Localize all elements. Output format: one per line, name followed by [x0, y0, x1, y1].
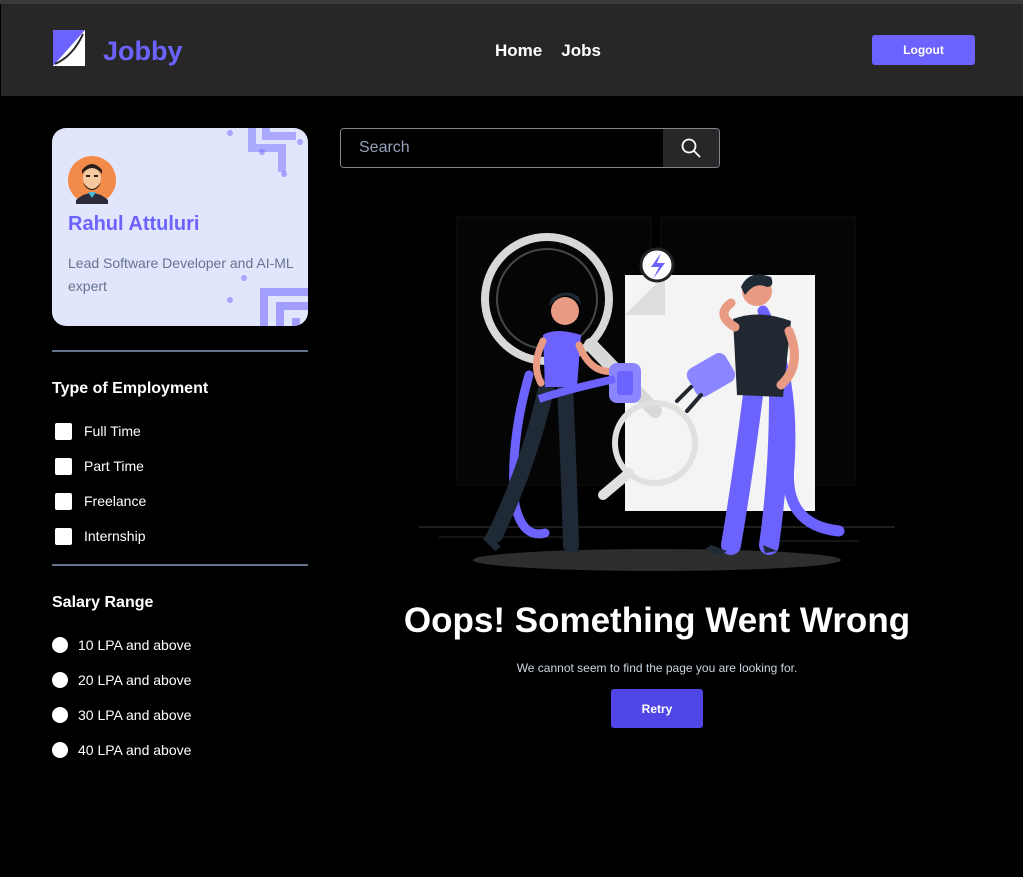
filter-label[interactable]: 10 LPA and above — [78, 637, 191, 653]
brand-name[interactable]: Jobby — [103, 36, 183, 67]
section-divider — [52, 350, 308, 352]
salary-option-20-lpa[interactable]: 20 LPA and above — [52, 670, 191, 690]
search-input[interactable] — [341, 129, 663, 167]
logout-button[interactable]: Logout — [872, 35, 975, 65]
checkbox[interactable] — [55, 422, 72, 440]
employment-option-internship[interactable]: Internship — [55, 526, 145, 546]
salary-option-10-lpa[interactable]: 10 LPA and above — [52, 635, 191, 655]
radio-button[interactable] — [52, 707, 68, 723]
checkbox[interactable] — [55, 457, 72, 475]
profile-card: Rahul Attuluri Lead Software Developer a… — [52, 128, 308, 326]
salary-option-40-lpa[interactable]: 40 LPA and above — [52, 740, 191, 760]
employment-type-heading: Type of Employment — [52, 380, 209, 397]
employment-option-full-time[interactable]: Full Time — [55, 421, 141, 441]
profile-name: Rahul Attuluri — [68, 213, 200, 235]
radio-button[interactable] — [52, 742, 68, 758]
filter-label[interactable]: 40 LPA and above — [78, 742, 191, 758]
filter-label[interactable]: Full Time — [84, 423, 141, 439]
failure-illustration — [419, 216, 895, 571]
navbar: Jobby Home Jobs Logout — [1, 4, 1023, 96]
nav-home-link[interactable]: Home — [495, 41, 542, 61]
section-divider — [52, 564, 308, 566]
error-title: Oops! Something Went Wrong — [403, 601, 911, 640]
salary-option-30-lpa[interactable]: 30 LPA and above — [52, 705, 191, 725]
search-icon — [681, 138, 701, 158]
search-bar — [340, 128, 720, 168]
filter-label[interactable]: Internship — [84, 528, 145, 544]
profile-bio: Lead Software Developer and AI-ML expert — [68, 255, 294, 294]
checkbox[interactable] — [55, 492, 72, 510]
filter-label[interactable]: Freelance — [84, 493, 146, 509]
filter-label[interactable]: 20 LPA and above — [78, 672, 191, 688]
employment-option-freelance[interactable]: Freelance — [55, 491, 146, 511]
retry-button[interactable]: Retry — [611, 689, 703, 728]
radio-button[interactable] — [52, 637, 68, 653]
nav-links: Home Jobs — [495, 41, 601, 61]
nav-jobs-link[interactable]: Jobs — [561, 41, 601, 61]
checkbox[interactable] — [55, 527, 72, 545]
filter-label[interactable]: 30 LPA and above — [78, 707, 191, 723]
radio-button[interactable] — [52, 672, 68, 688]
filter-label[interactable]: Part Time — [84, 458, 144, 474]
search-button[interactable] — [663, 129, 719, 167]
avatar-icon — [68, 156, 116, 204]
salary-range-heading: Salary Range — [52, 594, 154, 611]
error-description: We cannot seem to find the page you are … — [516, 661, 798, 675]
employment-option-part-time[interactable]: Part Time — [55, 456, 144, 476]
jobby-logo-icon[interactable] — [53, 30, 85, 66]
